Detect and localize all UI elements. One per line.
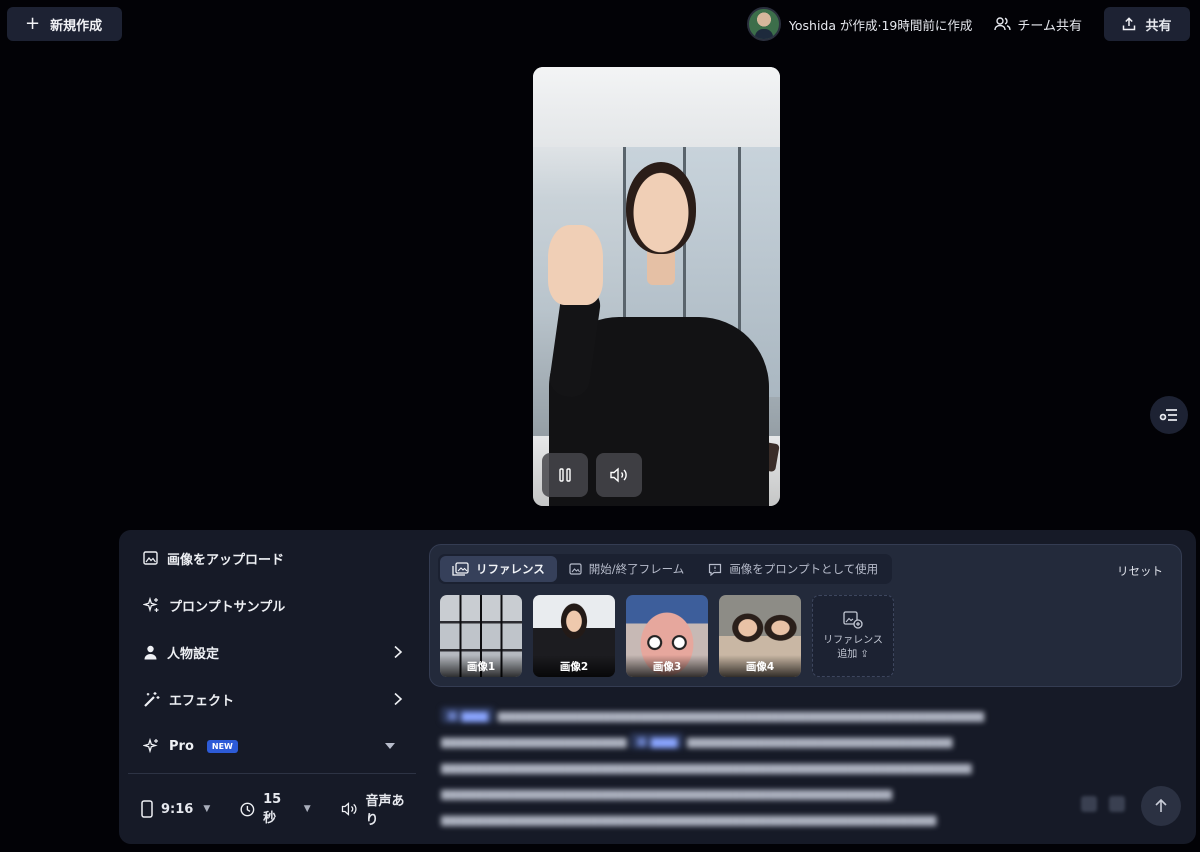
reset-button[interactable]: リセット xyxy=(1117,563,1163,579)
tab-start-end-frame[interactable]: 開始/終了フレーム xyxy=(557,556,697,582)
chevron-right-icon xyxy=(393,645,403,659)
new-badge: NEW xyxy=(206,739,238,753)
clock-icon xyxy=(240,802,255,816)
send-button[interactable] xyxy=(1141,786,1181,826)
prompt-list-button[interactable] xyxy=(1150,396,1188,434)
tab-reference-label: リファレンス xyxy=(476,562,545,576)
people-icon xyxy=(994,17,1012,31)
add-reference-label-1: リファレンス xyxy=(823,635,883,646)
add-reference-label-2: 追加 ⇪ xyxy=(837,648,869,660)
reference-image-2[interactable]: 画像2 xyxy=(533,595,615,677)
duration-value: 15秒 xyxy=(263,792,282,826)
reference-image-3[interactable]: 画像3 xyxy=(626,595,708,677)
aspect-ratio-value: 9:16 xyxy=(161,801,194,817)
volume-icon xyxy=(610,467,627,483)
reference-image-1[interactable]: 画像1 xyxy=(440,595,522,677)
pause-button[interactable] xyxy=(542,453,588,497)
image-icon xyxy=(569,563,582,575)
creator-text: Yoshida が作成·19時間前に作成 xyxy=(788,17,973,33)
prompt-tools xyxy=(1081,796,1125,812)
magic-wand-icon xyxy=(144,691,160,707)
divider xyxy=(128,773,416,774)
prompt-input[interactable]: ▦ ▆▆▆ ▆▆▆▆▆▆▆▆▆▆▆▆▆▆▆▆▆▆▆▆▆▆▆▆▆▆▆▆▆▆▆▆▆▆… xyxy=(441,702,1153,832)
reference-image-caption: 画像1 xyxy=(440,655,522,677)
tab-image-prompt-label: 画像をプロンプトとして使用 xyxy=(729,562,879,576)
person-settings-label: 人物設定 xyxy=(167,646,220,662)
person-settings-item[interactable]: 人物設定 xyxy=(143,640,403,664)
reference-images: 画像1 画像2 画像3 画像4 リファレンス 追加 ⇪ xyxy=(440,595,894,677)
audio-label: 音声あり xyxy=(365,794,405,828)
image-icon xyxy=(143,551,158,565)
duration-select[interactable]: 15秒 ▼ xyxy=(240,792,311,826)
upload-image-label: 画像をアップロード xyxy=(167,552,285,568)
tab-image-as-prompt[interactable]: 画像をプロンプトとして使用 xyxy=(696,556,890,582)
caret-down-icon xyxy=(385,743,395,749)
arrow-up-icon xyxy=(1155,798,1167,812)
tab-start-end-label: 開始/終了フレーム xyxy=(588,562,685,576)
sparkle-icon xyxy=(143,737,158,753)
model-select[interactable]: Pro NEW xyxy=(143,734,403,758)
video-person-head xyxy=(626,162,696,254)
reference-image-4[interactable]: 画像4 xyxy=(719,595,801,677)
aspect-ratio-select[interactable]: 9:16 ▼ xyxy=(141,800,210,818)
phone-icon xyxy=(141,800,153,818)
caret-down-icon: ▼ xyxy=(303,804,311,814)
tool-icon[interactable] xyxy=(1081,796,1097,812)
video-preview[interactable] xyxy=(533,67,780,506)
list-add-icon xyxy=(1159,409,1177,421)
effect-item[interactable]: エフェクト xyxy=(143,687,403,711)
video-bg-ceiling xyxy=(533,67,780,147)
add-image-icon xyxy=(843,611,863,629)
caret-down-icon: ▼ xyxy=(203,804,211,814)
generation-panel: 画像をアップロード プロンプトサンプル 人物設定 エフェクト Pro NEW 9… xyxy=(119,530,1196,844)
reference-box: リファレンス 開始/終了フレーム 画像をプロンプトとして使用 リセット 画像1 xyxy=(429,544,1182,687)
prompt-sample-label: プロンプトサンプル xyxy=(169,599,286,615)
pause-icon xyxy=(559,468,571,482)
chevron-right-icon xyxy=(393,692,403,706)
prompt-sample-item[interactable]: プロンプトサンプル xyxy=(143,593,403,617)
model-label: Pro xyxy=(169,738,194,754)
reference-image-caption: 画像4 xyxy=(719,655,801,677)
audio-toggle[interactable]: 音声あり xyxy=(341,790,417,828)
reference-tabs: リファレンス 開始/終了フレーム 画像をプロンプトとして使用 xyxy=(438,554,893,584)
video-person-hand xyxy=(548,225,603,305)
share-button[interactable]: 共有 xyxy=(1104,7,1190,41)
creator-info: Yoshida が作成·19時間前に作成 xyxy=(746,7,973,41)
new-create-button[interactable]: + 新規作成 xyxy=(7,7,122,41)
plus-icon: + xyxy=(25,13,41,34)
new-create-label: 新規作成 xyxy=(50,18,103,34)
add-reference-button[interactable]: リファレンス 追加 ⇪ xyxy=(812,595,894,677)
sparkle-icon xyxy=(143,596,159,612)
volume-button[interactable] xyxy=(596,453,642,497)
comment-icon xyxy=(709,563,722,576)
team-share-label: チーム共有 xyxy=(1017,18,1082,34)
prompt-blurred-content: ▦ ▆▆▆ ▆▆▆▆▆▆▆▆▆▆▆▆▆▆▆▆▆▆▆▆▆▆▆▆▆▆▆▆▆▆▆▆▆▆… xyxy=(441,707,985,826)
avatar[interactable] xyxy=(746,7,781,41)
header-right: Yoshida が作成·19時間前に作成 チーム共有 共有 xyxy=(746,7,1190,41)
upload-image-item[interactable]: 画像をアップロード xyxy=(143,546,403,570)
generation-options: 9:16 ▼ 15秒 ▼ 音声あり xyxy=(141,790,417,828)
images-icon xyxy=(452,562,469,576)
volume-icon xyxy=(341,802,357,816)
tool-icon[interactable] xyxy=(1109,796,1125,812)
person-icon xyxy=(144,645,157,659)
share-label: 共有 xyxy=(1145,18,1172,34)
reference-image-caption: 画像2 xyxy=(533,655,615,677)
reference-image-caption: 画像3 xyxy=(626,655,708,677)
upload-icon xyxy=(1123,17,1136,31)
team-share-button[interactable]: チーム共有 xyxy=(994,15,1082,34)
tab-reference[interactable]: リファレンス xyxy=(440,556,557,582)
effect-label: エフェクト xyxy=(169,693,235,709)
